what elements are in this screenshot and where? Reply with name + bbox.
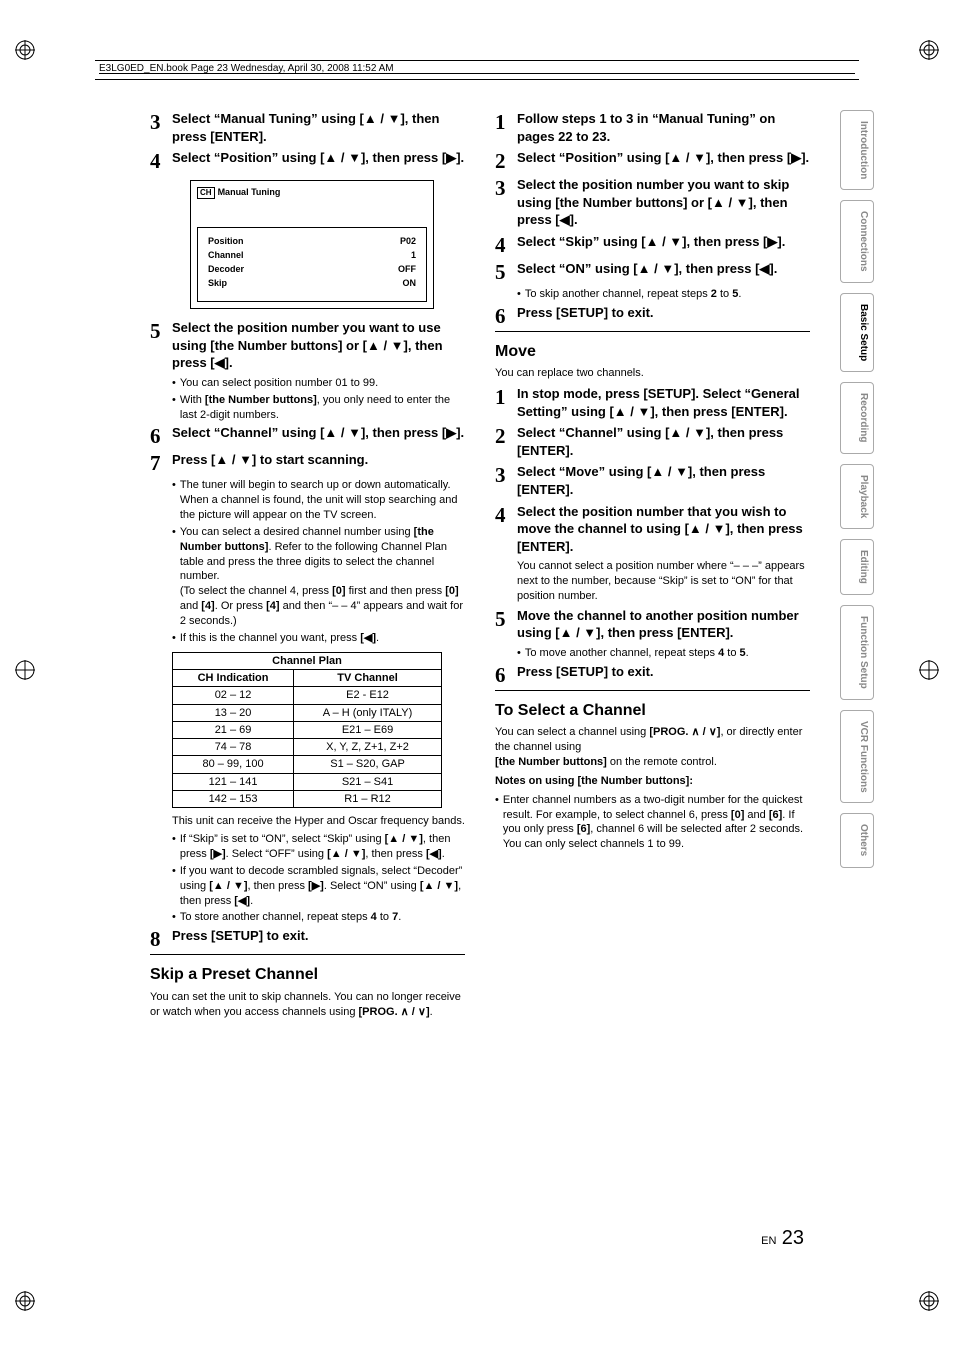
step-number: 2	[495, 149, 511, 172]
section-tab: Basic Setup	[840, 293, 874, 372]
step-number: 7	[150, 451, 166, 474]
crop-mark	[919, 40, 939, 60]
step-text: Select the position number you want to s…	[517, 176, 810, 229]
step-text: Select “ON” using [▲ / ▼], then press [◀…	[517, 260, 777, 283]
step-number: 5	[495, 607, 511, 642]
section-tab: Recording	[840, 382, 874, 453]
osd-screenshot: CHManual Tuning PositionP02Channel1Decod…	[190, 180, 434, 309]
step-text: In stop mode, press [SETUP]. Select “Gen…	[517, 385, 810, 420]
body-text: You can set the unit to skip channels. Y…	[150, 990, 465, 1020]
step-number: 4	[150, 149, 166, 172]
crop-mark	[15, 1291, 35, 1311]
step-number: 4	[495, 503, 511, 556]
step-number: 1	[495, 110, 511, 145]
step-text: Select “Move” using [▲ / ▼], then press …	[517, 463, 810, 498]
step-number: 6	[495, 304, 511, 327]
bullet: Enter channel numbers as a two-digit num…	[503, 793, 810, 852]
step-number: 1	[495, 385, 511, 420]
crop-mark	[15, 40, 35, 60]
step-text: Select “Skip” using [▲ / ▼], then press …	[517, 233, 785, 256]
section-tab: Others	[840, 813, 874, 867]
step-text: Select “Manual Tuning” using [▲ / ▼], th…	[172, 110, 465, 145]
bullet: You can select position number 01 to 99.	[180, 376, 378, 391]
step-text: Press [SETUP] to exit.	[172, 927, 309, 950]
step-number: 3	[495, 176, 511, 229]
right-column: 1 Follow steps 1 to 3 in “Manual Tuning”…	[495, 110, 810, 1024]
bullet: To move another channel, repeat steps 4 …	[525, 646, 749, 661]
channel-plan-table: Channel Plan CH IndicationTV Channel 02 …	[172, 652, 442, 809]
step-text: Select “Channel” using [▲ / ▼], then pre…	[517, 424, 810, 459]
step-number: 6	[150, 424, 166, 447]
section-tabs: Introduction Connections Basic Setup Record…	[840, 110, 874, 868]
bullet: If “Skip” is set to “ON”, select “Skip” …	[180, 832, 465, 862]
section-tab: Editing	[840, 539, 874, 595]
section-heading: Skip a Preset Channel	[150, 965, 465, 986]
bullet: The tuner will begin to search up or dow…	[180, 478, 465, 523]
bullet: With [the Number buttons], you only need…	[180, 393, 465, 423]
notes-heading: Notes on using [the Number buttons]:	[495, 774, 810, 789]
osd-icon: CH	[197, 187, 215, 199]
left-column: 3 Select “Manual Tuning” using [▲ / ▼], …	[150, 110, 465, 1024]
step-text: Select “Channel” using [▲ / ▼], then pre…	[172, 424, 464, 447]
step-text: Move the channel to another position num…	[517, 607, 810, 642]
page-footer: EN 23	[761, 1225, 804, 1251]
step-number: 2	[495, 424, 511, 459]
body-text: You can replace two channels.	[495, 366, 810, 381]
section-tab: Playback	[840, 464, 874, 529]
step-text: Select the position number that you wish…	[517, 503, 810, 556]
doc-header-text: E3LG0ED_EN.book Page 23 Wednesday, April…	[99, 63, 394, 74]
step-number: 5	[150, 319, 166, 372]
bullet: To skip another channel, repeat steps 2 …	[525, 287, 742, 302]
step-text: Follow steps 1 to 3 in “Manual Tuning” o…	[517, 110, 810, 145]
osd-title: Manual Tuning	[218, 187, 281, 199]
step-number: 4	[495, 233, 511, 256]
section-heading: Move	[495, 342, 810, 363]
step-text: Press [SETUP] to exit.	[517, 663, 654, 686]
step-number: 3	[150, 110, 166, 145]
step-text: Press [▲ / ▼] to start scanning.	[172, 451, 368, 474]
section-tab: VCR Functions	[840, 710, 874, 804]
body-text: You can select a channel using [PROG. ∧ …	[495, 725, 810, 770]
crop-mark	[919, 660, 939, 680]
note: You cannot select a position number wher…	[517, 559, 810, 604]
bullet: You can select a desired channel number …	[180, 525, 465, 629]
doc-header: E3LG0ED_EN.book Page 23 Wednesday, April…	[95, 60, 859, 80]
step-text: Press [SETUP] to exit.	[517, 304, 654, 327]
note: This unit can receive the Hyper and Osca…	[172, 814, 465, 829]
section-tab: Introduction	[840, 110, 874, 190]
step-text: Select the position number you want to u…	[172, 319, 465, 372]
bullet: If you want to decode scrambled signals,…	[180, 864, 465, 909]
bullet: To store another channel, repeat steps 4…	[180, 910, 401, 925]
step-number: 8	[150, 927, 166, 950]
step-number: 3	[495, 463, 511, 498]
bullet: If this is the channel you want, press […	[180, 631, 379, 646]
step-text: Select “Position” using [▲ / ▼], then pr…	[517, 149, 809, 172]
step-number: 5	[495, 260, 511, 283]
step-number: 6	[495, 663, 511, 686]
section-tab: Function Setup	[840, 605, 874, 700]
section-heading: To Select a Channel	[495, 701, 810, 722]
step-text: Select “Position” using [▲ / ▼], then pr…	[172, 149, 464, 172]
section-tab: Connections	[840, 200, 874, 283]
crop-mark	[919, 1291, 939, 1311]
crop-mark	[15, 660, 35, 680]
